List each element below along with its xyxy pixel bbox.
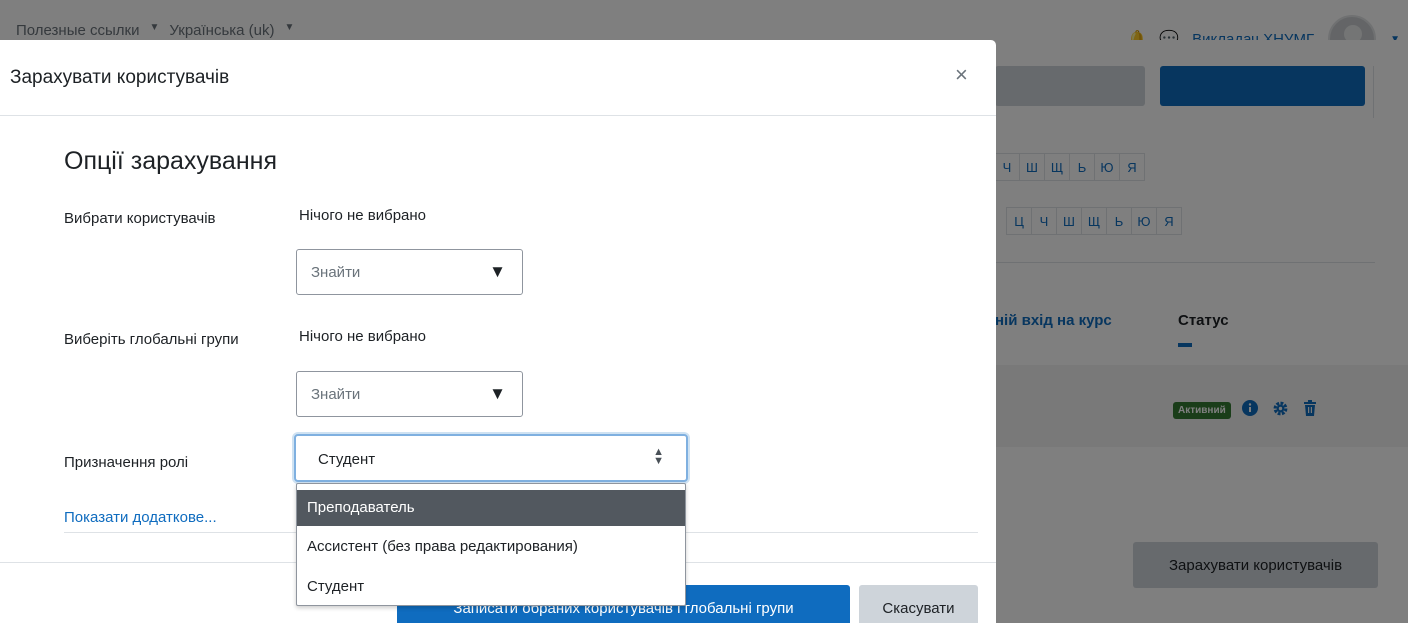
modal-title: Зарахувати користувачів (10, 67, 230, 88)
search-placeholder: Знайти (311, 386, 361, 403)
role-option[interactable]: Ассистент (без права редактирования) (297, 528, 685, 566)
role-option[interactable]: Студент (297, 568, 685, 606)
select-cohorts-label: Виберіть глобальні групи (64, 331, 239, 348)
cancel-button[interactable]: Скасувати (859, 585, 978, 623)
search-placeholder: Знайти (311, 264, 361, 281)
select-arrows-icon: ▲ ▼ (653, 446, 664, 467)
role-select[interactable]: Студент ▲ ▼ (294, 434, 688, 482)
select-users-selection: Нічого не вибрано (299, 207, 427, 224)
select-cohorts-search[interactable]: Знайти ▼ (296, 371, 523, 417)
select-users-label: Вибрати користувачів (64, 210, 216, 227)
close-icon[interactable]: × (955, 64, 968, 86)
show-more-link[interactable]: Показати додаткове... (64, 509, 217, 526)
enrol-users-modal: Зарахувати користувачів × Опції зарахува… (0, 40, 996, 623)
dropdown-arrow-icon[interactable]: ▼ (489, 384, 506, 404)
role-option[interactable]: Преподаватель (297, 490, 685, 526)
modal-header: Зарахувати користувачів × (0, 40, 996, 116)
section-title: Опції зарахування (64, 147, 277, 175)
select-users-search[interactable]: Знайти ▼ (296, 249, 523, 295)
role-label: Призначення ролі (64, 454, 189, 471)
role-select-value: Студент (318, 451, 376, 468)
dropdown-arrow-icon[interactable]: ▼ (489, 262, 506, 282)
role-dropdown-list: Преподаватель Ассистент (без права редакт… (296, 483, 686, 606)
select-cohorts-selection: Нічого не вибрано (299, 328, 427, 345)
